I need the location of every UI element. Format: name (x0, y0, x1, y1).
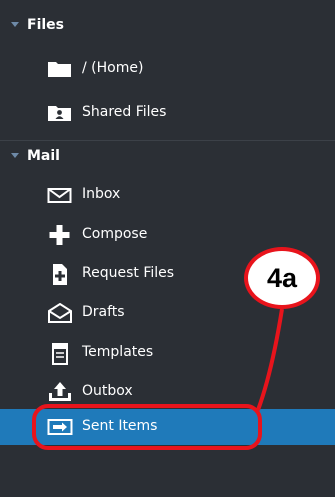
annotation-callout-badge: 4a (244, 247, 320, 309)
annotation-highlight-ring (32, 404, 262, 450)
annotation-callout-label: 4a (266, 262, 298, 293)
